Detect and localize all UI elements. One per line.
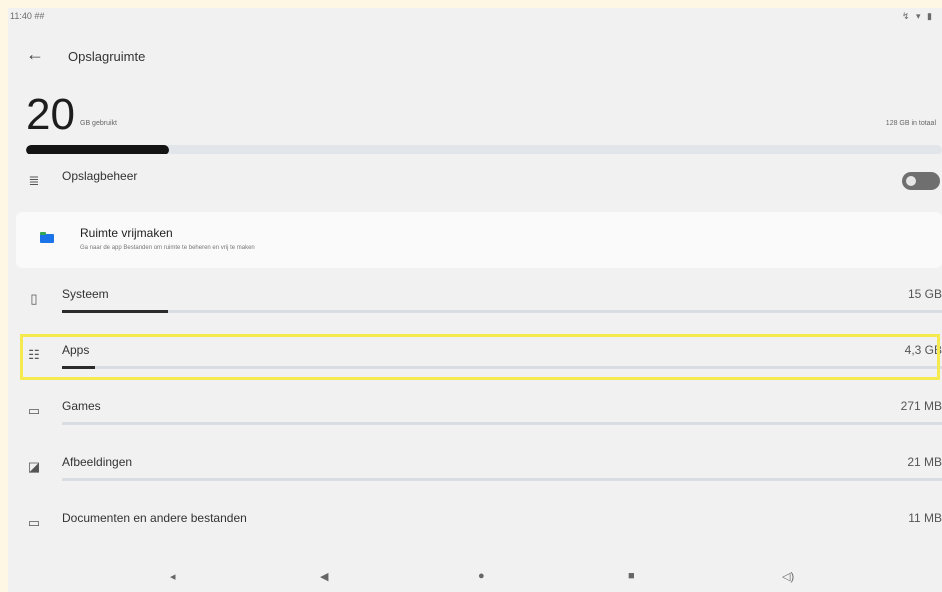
category-size: 11 MB	[908, 511, 942, 525]
storage-screen: 11:40 ## ↯ ▾ ▮ ← Opslagruimte 20 GB gebr…	[8, 8, 942, 592]
category-row-afbeeldingen[interactable]: ◪ Afbeeldingen 21 MB	[8, 440, 942, 496]
used-storage-value: 20	[26, 90, 75, 139]
storage-manager-toggle[interactable]	[902, 172, 940, 190]
total-storage-label: 128 GB in totaal	[885, 120, 936, 127]
status-icons: ↯ ▾ ▮	[901, 11, 934, 21]
storage-manager-icon: ≣	[28, 173, 40, 188]
category-label: Games	[62, 399, 101, 413]
category-usage-fill	[62, 310, 168, 313]
category-size: 15 GB	[907, 287, 942, 301]
category-label: Systeem	[62, 287, 109, 301]
status-time: 11:40 ##	[10, 11, 45, 21]
category-usage-bar	[62, 478, 942, 481]
status-bar: 11:40 ## ↯ ▾ ▮	[8, 8, 942, 30]
folder-icon	[40, 232, 54, 243]
page-title: Opslagruimte	[68, 49, 146, 64]
category-row-documenten[interactable]: ▭ Documenten en andere bestanden 11 MB	[8, 496, 942, 552]
nav-home-icon[interactable]: ●	[478, 570, 485, 582]
selection-highlight	[20, 334, 940, 380]
category-usage-bar	[62, 422, 942, 425]
back-arrow-icon[interactable]: ←	[26, 44, 44, 65]
system-icon: ▯	[30, 291, 38, 306]
free-space-title: Ruimte vrijmaken	[80, 226, 173, 240]
nav-previous-icon[interactable]: ◂	[170, 570, 176, 583]
toggle-knob	[906, 176, 916, 186]
free-space-subtitle: Ga naar de app Bestanden om ruimte te be…	[80, 245, 255, 251]
navigation-bar: ◂ ◀ ● ■ ◁)	[8, 564, 942, 592]
used-storage-label: GB gebruikt	[80, 120, 117, 127]
category-row-systeem[interactable]: ▯ Systeem 15 GB	[8, 272, 942, 328]
images-icon: ◪	[27, 459, 41, 474]
nav-back-icon[interactable]: ◀	[320, 570, 328, 583]
category-size: 271 MB	[900, 399, 942, 413]
storage-manager-label: Opslagbeheer	[62, 169, 138, 183]
games-icon: ▭	[27, 403, 41, 418]
category-label: Documenten en andere bestanden	[62, 511, 247, 525]
nav-volume-icon[interactable]: ◁)	[782, 570, 794, 583]
category-row-games[interactable]: ▭ Games 271 MB	[8, 384, 942, 440]
nav-recents-icon[interactable]: ■	[628, 570, 635, 582]
app-bar: ← Opslagruimte	[8, 30, 942, 82]
category-usage-bar	[62, 310, 942, 313]
category-label: Afbeeldingen	[62, 455, 133, 469]
free-space-card[interactable]: Ruimte vrijmaken Ga naar de app Bestande…	[16, 212, 942, 268]
storage-manager-row[interactable]: ≣ Opslagbeheer	[8, 154, 942, 210]
folder-outline-icon: ▭	[27, 515, 41, 530]
category-size: 21 MB	[907, 455, 942, 469]
